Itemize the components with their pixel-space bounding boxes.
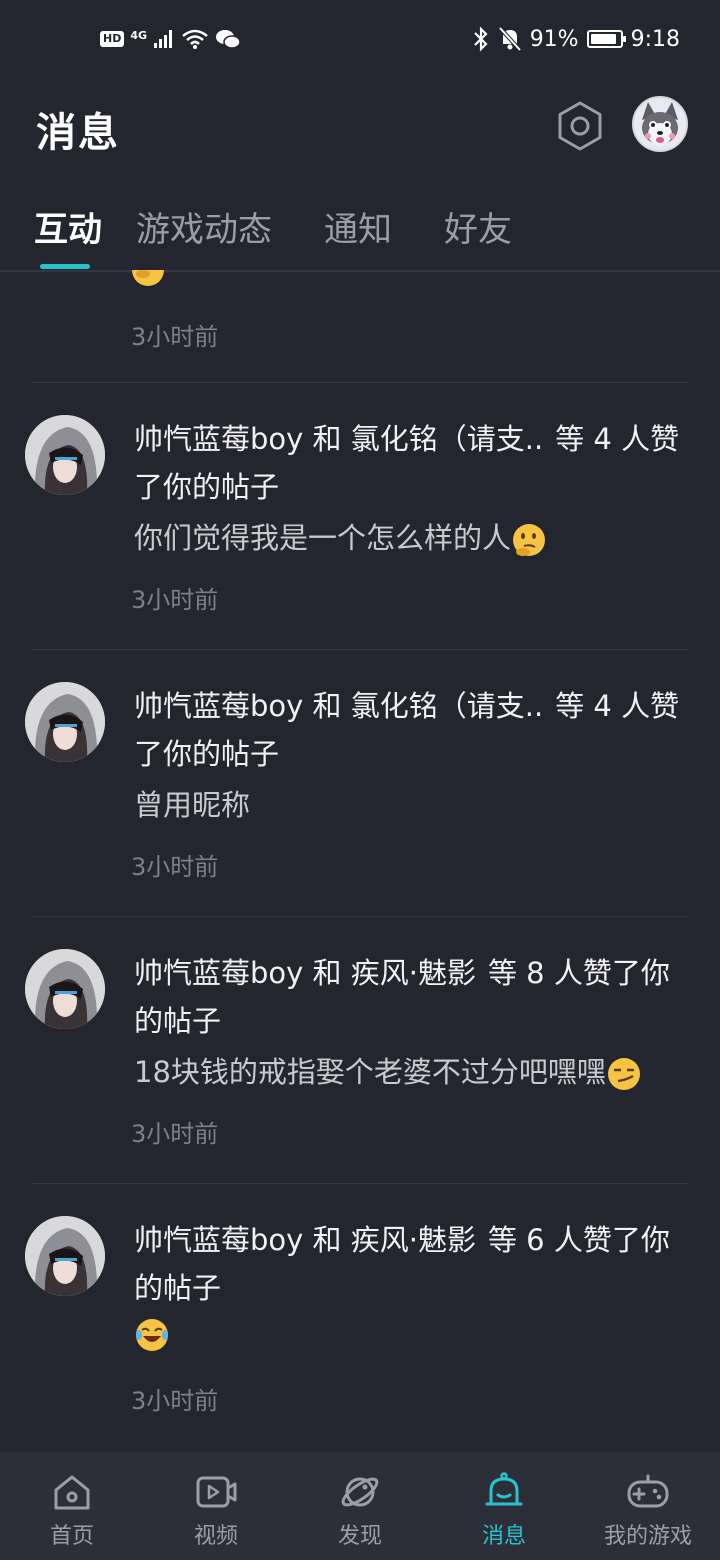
message-feed[interactable]: 3小时前 帅忾蓝莓boy 和 氯化铭（请支.. 等 4 人赞了你的帖子 你们觉得我… xyxy=(0,270,720,1450)
gamepad-icon xyxy=(627,1474,669,1508)
post-content[interactable]: 18块钱的戒指娶个老婆不过分吧嘿嘿 xyxy=(134,1049,694,1092)
battery-percent: 91% xyxy=(529,26,579,52)
network-label: 4G xyxy=(130,28,148,42)
tab-bar: 互动 游戏动态 通知 好友 xyxy=(0,190,720,272)
video-icon xyxy=(196,1476,237,1508)
status-right: 91% 9:18 xyxy=(472,26,680,52)
tab-game-news[interactable]: 游戏动态 xyxy=(136,202,272,251)
nav-messages[interactable]: 消息 xyxy=(432,1452,576,1560)
list-item[interactable]: 帅忾蓝莓boy 和 疾风·魅影等 8 人赞了你的帖子 18块钱的戒指娶个老婆不过… xyxy=(0,917,720,1184)
post-content[interactable] xyxy=(134,1316,694,1353)
nav-discover[interactable]: 发现 xyxy=(288,1452,432,1560)
nav-home[interactable]: 首页 xyxy=(0,1452,144,1560)
bottom-nav: 首页 视频 发现 消息 我的游戏 xyxy=(0,1452,720,1560)
liker-names[interactable]: 帅忾蓝莓boy 和 氯化铭（请支.. xyxy=(134,422,543,456)
tab-interactions[interactable]: 互动 xyxy=(34,202,102,251)
wechat-icon xyxy=(216,30,241,49)
like-summary: 帅忾蓝莓boy 和 氯化铭（请支.. 等 4 人赞了你的帖子 xyxy=(134,415,689,511)
wifi-icon xyxy=(182,29,208,49)
post-text: 你们觉得我是一个怎么样的人 xyxy=(134,521,512,555)
status-bar: HD 4G 91% 9:18 xyxy=(0,0,720,84)
list-item-partial[interactable]: 3小时前 xyxy=(0,270,720,383)
nav-label: 视频 xyxy=(193,1524,238,1549)
hooded-person-avatar-icon xyxy=(25,682,105,762)
hooded-person-avatar-icon xyxy=(25,1216,105,1296)
husky-avatar-icon xyxy=(634,98,686,150)
like-summary: 帅忾蓝莓boy 和 疾风·魅影等 6 人赞了你的帖子 xyxy=(134,1216,689,1312)
nav-label: 我的游戏 xyxy=(603,1524,692,1549)
post-content[interactable]: 曾用昵称 xyxy=(134,782,694,824)
bell-icon xyxy=(485,1472,523,1506)
header: 消息 xyxy=(0,84,720,174)
avatar[interactable] xyxy=(25,949,105,1029)
home-icon xyxy=(54,1475,90,1510)
item-time: 3小时前 xyxy=(131,1387,219,1415)
item-time: 3小时前 xyxy=(131,586,219,614)
avatar[interactable] xyxy=(25,682,105,762)
hooded-person-avatar-icon xyxy=(25,415,105,495)
list-item[interactable]: 帅忾蓝莓boy 和 疾风·魅影等 6 人赞了你的帖子 3小时前 xyxy=(0,1184,720,1450)
liker-names[interactable]: 帅忾蓝莓boy 和 疾风·魅影 xyxy=(134,1223,476,1257)
nav-label: 消息 xyxy=(481,1524,526,1549)
item-time: 3小时前 xyxy=(131,323,219,351)
nav-label: 发现 xyxy=(337,1524,382,1549)
signal-icon xyxy=(154,30,173,48)
list-item[interactable]: 帅忾蓝莓boy 和 氯化铭（请支.. 等 4 人赞了你的帖子 曾用昵称 3小时前 xyxy=(0,650,720,917)
hooded-person-avatar-icon xyxy=(25,949,105,1029)
like-summary: 帅忾蓝莓boy 和 氯化铭（请支.. 等 4 人赞了你的帖子 xyxy=(134,682,689,778)
user-avatar[interactable] xyxy=(632,96,688,152)
hd-badge: HD xyxy=(100,31,125,47)
clock: 9:18 xyxy=(630,26,680,52)
planet-icon xyxy=(341,1477,379,1507)
post-content[interactable]: 你们觉得我是一个怎么样的人 xyxy=(134,515,694,558)
post-text: 18块钱的戒指娶个老婆不过分吧嘿嘿 xyxy=(134,1055,606,1089)
tears-of-joy-face-icon xyxy=(136,1319,168,1351)
status-left: HD 4G xyxy=(100,28,241,50)
like-summary: 帅忾蓝莓boy 和 疾风·魅影等 8 人赞了你的帖子 xyxy=(134,949,689,1045)
page-title: 消息 xyxy=(36,110,120,156)
nav-label: 首页 xyxy=(49,1524,94,1549)
post-text: 曾用昵称 xyxy=(134,788,251,822)
avatar[interactable] xyxy=(25,1216,105,1296)
battery-icon xyxy=(586,30,626,48)
tab-active-indicator xyxy=(40,264,90,269)
nav-video[interactable]: 视频 xyxy=(144,1452,288,1560)
liker-names[interactable]: 帅忾蓝莓boy 和 氯化铭（请支.. xyxy=(134,689,543,723)
smirking-face-icon xyxy=(607,1058,640,1090)
liker-names[interactable]: 帅忾蓝莓boy 和 疾风·魅影 xyxy=(134,956,476,990)
thinking-face-icon xyxy=(132,270,164,286)
list-item[interactable]: 帅忾蓝莓boy 和 氯化铭（请支.. 等 4 人赞了你的帖子 你们觉得我是一个怎么… xyxy=(0,383,720,650)
bluetooth-icon xyxy=(473,26,488,52)
mute-bell-icon xyxy=(498,26,522,52)
thinking-face-icon xyxy=(513,524,546,556)
battery-fill xyxy=(590,34,616,44)
tab-notifications[interactable]: 通知 xyxy=(324,202,392,251)
item-time: 3小时前 xyxy=(131,1120,219,1148)
item-time: 3小时前 xyxy=(131,853,219,881)
settings-button[interactable] xyxy=(554,100,606,152)
nav-my-games[interactable]: 我的游戏 xyxy=(576,1452,720,1560)
avatar[interactable] xyxy=(25,415,105,495)
tab-friends[interactable]: 好友 xyxy=(444,202,512,251)
settings-hexagon-icon xyxy=(558,101,602,151)
